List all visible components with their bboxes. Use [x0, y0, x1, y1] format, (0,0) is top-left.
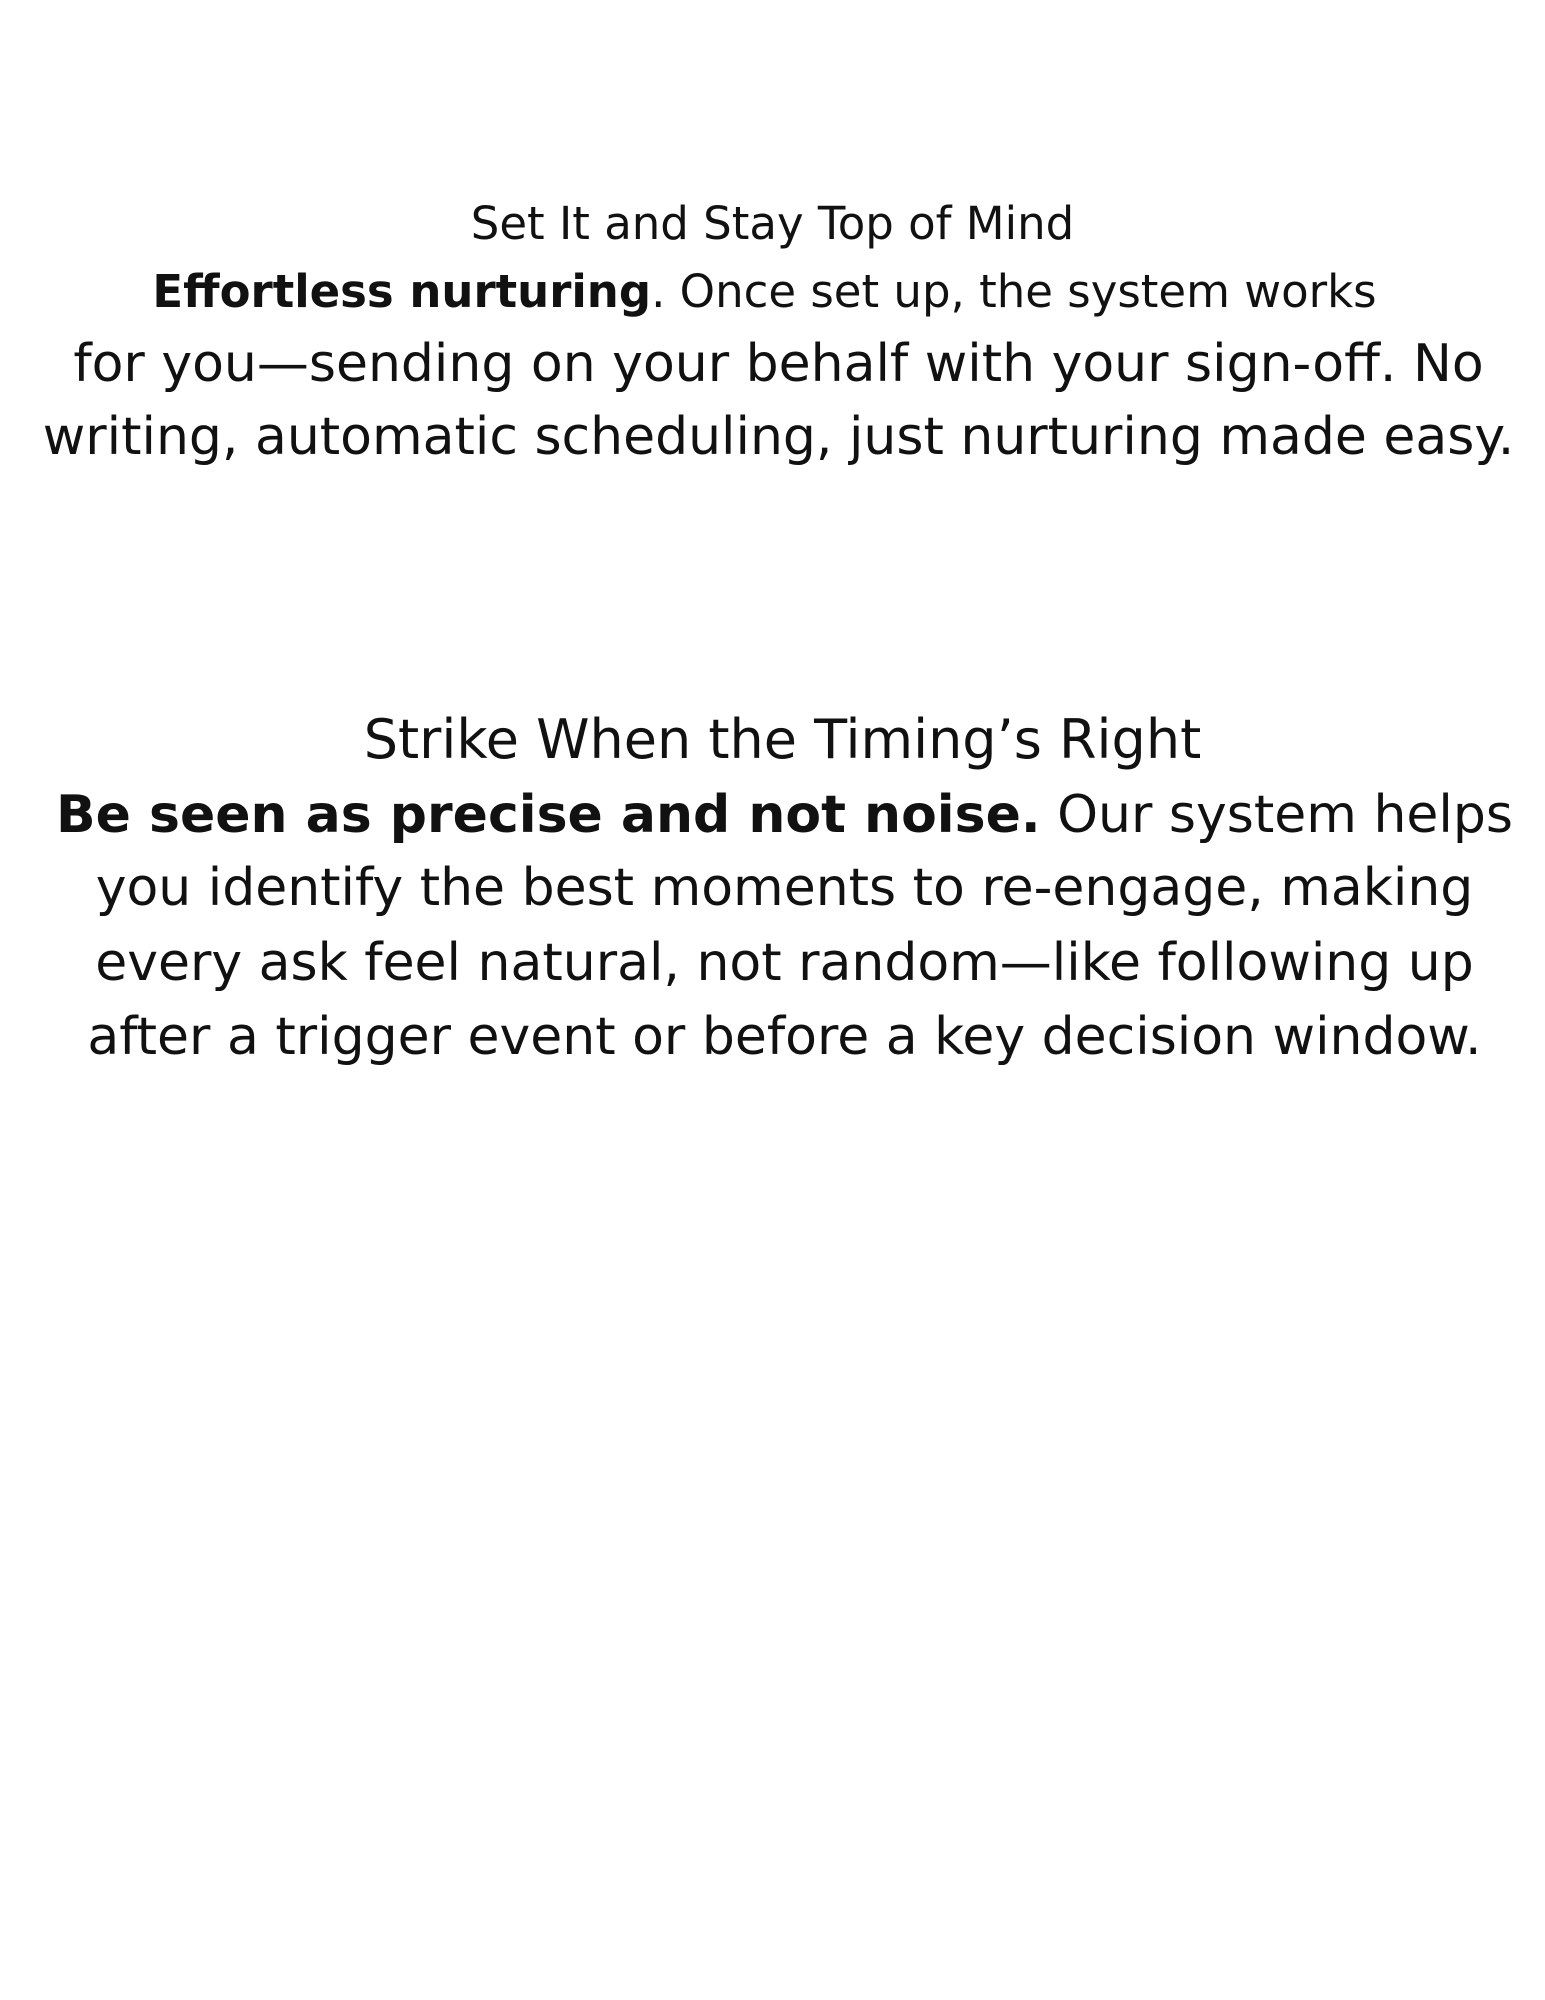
document-page: Set It and Stay Top of Mind Effortless n… [0, 0, 1545, 2000]
section1-line-2: for you—sending on your behalf with your… [73, 334, 1484, 394]
section2-line-4: after a trigger event or before a key de… [87, 1007, 1482, 1067]
section1-line-3: writing, automatic scheduling, just nurt… [42, 407, 1515, 467]
section1-line-1-text: . Once set up, the system works [651, 265, 1377, 318]
section2-line-1: Be seen as precise and not noise. Our sy… [12, 782, 1545, 848]
section2-lead-in: Be seen as precise and not noise. [56, 785, 1041, 845]
section2-line-2: you identify the best moments to re-enga… [95, 858, 1474, 918]
section2-line-3: every ask feel natural, not random—like … [95, 933, 1474, 993]
section1-heading: Set It and Stay Top of Mind [470, 197, 1075, 250]
section1-line-1: Effortless nurturing. Once set up, the s… [0, 264, 1537, 320]
section2-heading: Strike When the Timing’s Right [363, 708, 1202, 771]
section1-lead-in: Effortless nurturing [152, 265, 652, 318]
section2-line-1-text: Our system helps [1040, 785, 1513, 845]
